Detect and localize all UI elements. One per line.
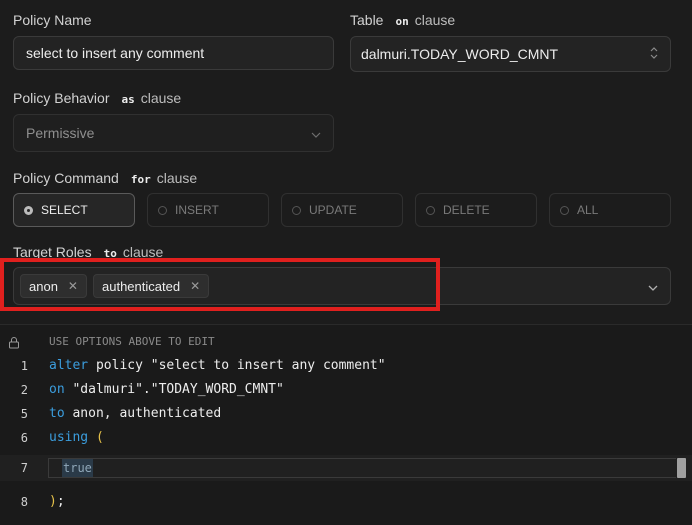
policy-name-label: Policy Name <box>13 12 92 28</box>
roles-label-row: Target Roles to clause <box>13 244 163 260</box>
sql-value: true <box>62 459 93 477</box>
behavior-label: Policy Behavior <box>13 90 110 106</box>
role-chip-authenticated: authenticated ✕ <box>93 274 210 298</box>
command-option-all[interactable]: ALL <box>549 193 671 227</box>
role-chip-anon: anon ✕ <box>20 274 87 298</box>
radio-icon <box>158 205 167 215</box>
scrollbar-thumb[interactable] <box>677 458 686 478</box>
sql-paren: ) <box>49 494 57 509</box>
policy-name-input[interactable]: select to insert any comment <box>13 36 334 70</box>
chevron-down-icon[interactable] <box>648 278 658 294</box>
sql-text: ; <box>56 494 65 509</box>
line-number: 8 <box>20 495 28 509</box>
sql-paren: ( <box>95 430 104 445</box>
roles-clause: clause <box>122 244 164 260</box>
code-line: 6 using ( <box>0 426 692 450</box>
sql-text: anon, authenticated <box>64 406 222 421</box>
code-line: 2 on "dalmuri"."TODAY_WORD_CMNT" <box>0 378 692 402</box>
line-number: 1 <box>20 359 28 373</box>
sql-text: "dalmuri"."TODAY_WORD_CMNT" <box>64 382 284 397</box>
role-chip-label: authenticated <box>102 278 181 294</box>
line-number: 6 <box>20 431 28 445</box>
table-value: dalmuri.TODAY_WORD_CMNT <box>361 46 559 62</box>
command-option-label: ALL <box>577 203 599 217</box>
command-label-row: Policy Command for clause <box>13 170 197 186</box>
behavior-clause: clause <box>140 90 182 106</box>
line-number: 5 <box>20 407 28 421</box>
sql-keyword: on <box>49 382 65 397</box>
command-option-label: INSERT <box>175 203 219 217</box>
sql-editor[interactable]: USE OPTIONS ABOVE TO EDIT 1 alter policy… <box>0 324 692 525</box>
command-option-label: UPDATE <box>309 203 357 217</box>
command-option-update[interactable]: UPDATE <box>281 193 403 227</box>
lock-icon <box>8 330 28 354</box>
table-label-row: Table on clause <box>350 12 455 28</box>
radio-icon <box>560 205 569 215</box>
roles-label: Target Roles <box>13 244 92 260</box>
remove-chip-icon[interactable]: ✕ <box>190 279 200 293</box>
command-option-insert[interactable]: INSERT <box>147 193 269 227</box>
command-keyword: for <box>130 173 151 186</box>
editor-header-text: USE OPTIONS ABOVE TO EDIT <box>49 335 215 348</box>
behavior-select[interactable]: Permissive <box>13 114 334 152</box>
roles-keyword: to <box>103 247 117 260</box>
behavior-label-row: Policy Behavior as clause <box>13 90 181 106</box>
command-clause: clause <box>156 170 198 186</box>
sql-keyword: using <box>49 430 89 445</box>
behavior-value: Permissive <box>26 125 95 141</box>
radio-icon <box>426 205 435 215</box>
table-select[interactable]: dalmuri.TODAY_WORD_CMNT <box>350 36 671 72</box>
command-label: Policy Command <box>13 170 119 186</box>
sql-keyword: to <box>49 406 65 421</box>
table-clause: clause <box>414 12 456 28</box>
chevron-down-icon <box>311 125 321 141</box>
code-line-editable[interactable]: 7 true <box>0 455 692 481</box>
radio-icon <box>292 205 301 215</box>
code-line: 1 alter policy "select to insert any com… <box>0 354 692 378</box>
updown-chevron-icon <box>650 46 658 62</box>
remove-chip-icon[interactable]: ✕ <box>68 279 78 293</box>
command-option-delete[interactable]: DELETE <box>415 193 537 227</box>
role-chip-label: anon <box>29 278 58 294</box>
line-number: 7 <box>20 461 28 475</box>
policy-name-value: select to insert any comment <box>26 45 205 61</box>
table-label: Table <box>350 12 384 28</box>
line-number: 2 <box>20 383 28 397</box>
radio-selected-icon <box>24 205 33 215</box>
editable-region[interactable] <box>48 458 676 478</box>
sql-keyword: alter <box>49 358 89 373</box>
behavior-keyword: as <box>121 93 135 106</box>
sql-text: policy "select to insert any comment" <box>88 358 386 373</box>
command-option-label: DELETE <box>443 203 490 217</box>
editor-header: USE OPTIONS ABOVE TO EDIT <box>0 330 692 354</box>
code-line: 5 to anon, authenticated <box>0 402 692 426</box>
command-option-label: SELECT <box>41 203 88 217</box>
command-option-select[interactable]: SELECT <box>13 193 135 227</box>
code-line: 8 ); <box>0 490 692 514</box>
table-keyword: on <box>395 15 409 28</box>
